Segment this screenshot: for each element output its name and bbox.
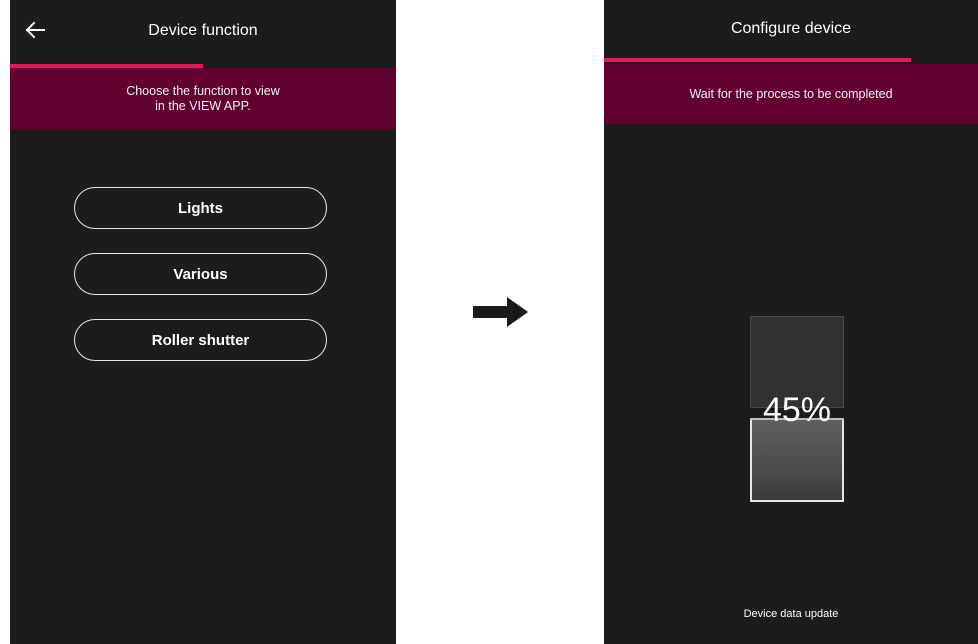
step-progress-bar — [10, 64, 396, 68]
instruction-text: Choose the function to view in the VIEW … — [126, 84, 280, 113]
instruction-banner: Choose the function to view in the VIEW … — [10, 68, 396, 130]
gauge-fill — [750, 418, 844, 502]
status-text: Device data update — [743, 608, 839, 620]
app-header: Device function — [10, 0, 396, 62]
roller-shutter-option-button[interactable]: Roller shutter — [74, 319, 327, 361]
wait-banner: Wait for the process to be completed — [604, 64, 978, 124]
app-header: Configure device — [604, 0, 978, 62]
various-option-button[interactable]: Various — [74, 253, 327, 295]
page-title: Device function — [148, 22, 258, 39]
progress-percent: 45% — [762, 391, 832, 429]
device-function-screen: Device function Choose the function to v… — [10, 0, 396, 644]
step-progress-bar — [604, 58, 978, 62]
arrow-right-icon — [473, 297, 528, 327]
page-title: Configure device — [730, 20, 852, 37]
step-progress-fill — [604, 58, 911, 62]
lights-option-button[interactable]: Lights — [74, 187, 327, 229]
configure-device-screen: Configure device Wait for the process to… — [604, 0, 978, 644]
progress-gauge: 45% — [750, 316, 844, 502]
wait-text: Wait for the process to be completed — [689, 86, 893, 101]
